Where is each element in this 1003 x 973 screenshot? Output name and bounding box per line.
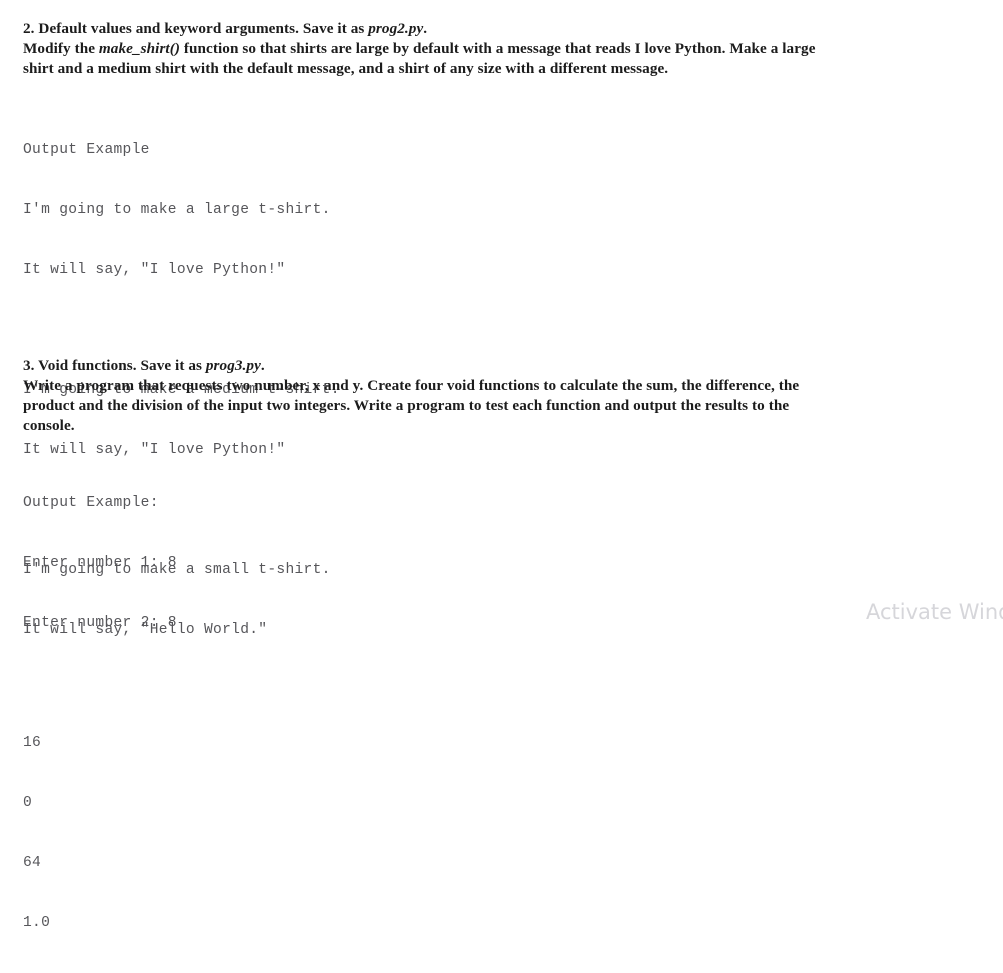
console-line: Output Example: [23, 142, 150, 158]
console-line: 16: [23, 735, 42, 751]
console-line: Enter number 1: 8: [23, 555, 177, 571]
console-line: Output Example:: [23, 495, 159, 511]
section-2-function-name: make_shirt(): [98, 40, 180, 57]
section-2-filename: prog2.py: [368, 20, 424, 37]
console-line: 64: [23, 855, 42, 871]
console-line: I'm going to make a large t-shirt.: [23, 202, 331, 218]
section-2-body: Modify the make_shirt() function so that…: [23, 39, 825, 79]
console-line-blank: [23, 320, 340, 340]
document-page: 2. Default values and keyword arguments.…: [0, 0, 1003, 931]
section-3-heading: 3. Void functions. Save it as prog3.py.: [23, 356, 835, 376]
section-3-body: Write a program that requests two number…: [23, 376, 829, 436]
section-2-heading-prefix: 2. Default values and keyword arguments.…: [23, 20, 369, 37]
console-line: Enter number 2: 8: [23, 615, 177, 631]
console-line: 0: [23, 795, 33, 811]
windows-activation-watermark: Activate Windows: [866, 600, 1003, 624]
section-2-body-part1: Modify the: [23, 40, 99, 57]
section-2-heading: 2. Default values and keyword arguments.…: [23, 19, 835, 39]
console-line-blank: [23, 673, 177, 693]
section-3-heading-prefix: 3. Void functions. Save it as: [23, 357, 206, 374]
section-3-body-part1: Write a program that requests two number…: [23, 377, 800, 434]
section-2-heading-suffix: .: [423, 20, 428, 37]
section-3-console-output: Output Example: Enter number 1: 8 Enter …: [23, 453, 177, 973]
console-line: 1.0: [23, 915, 51, 931]
section-3-heading-suffix: .: [260, 357, 265, 374]
console-line: It will say, "I love Python!": [23, 262, 286, 278]
section-3-filename: prog3.py: [205, 357, 261, 374]
